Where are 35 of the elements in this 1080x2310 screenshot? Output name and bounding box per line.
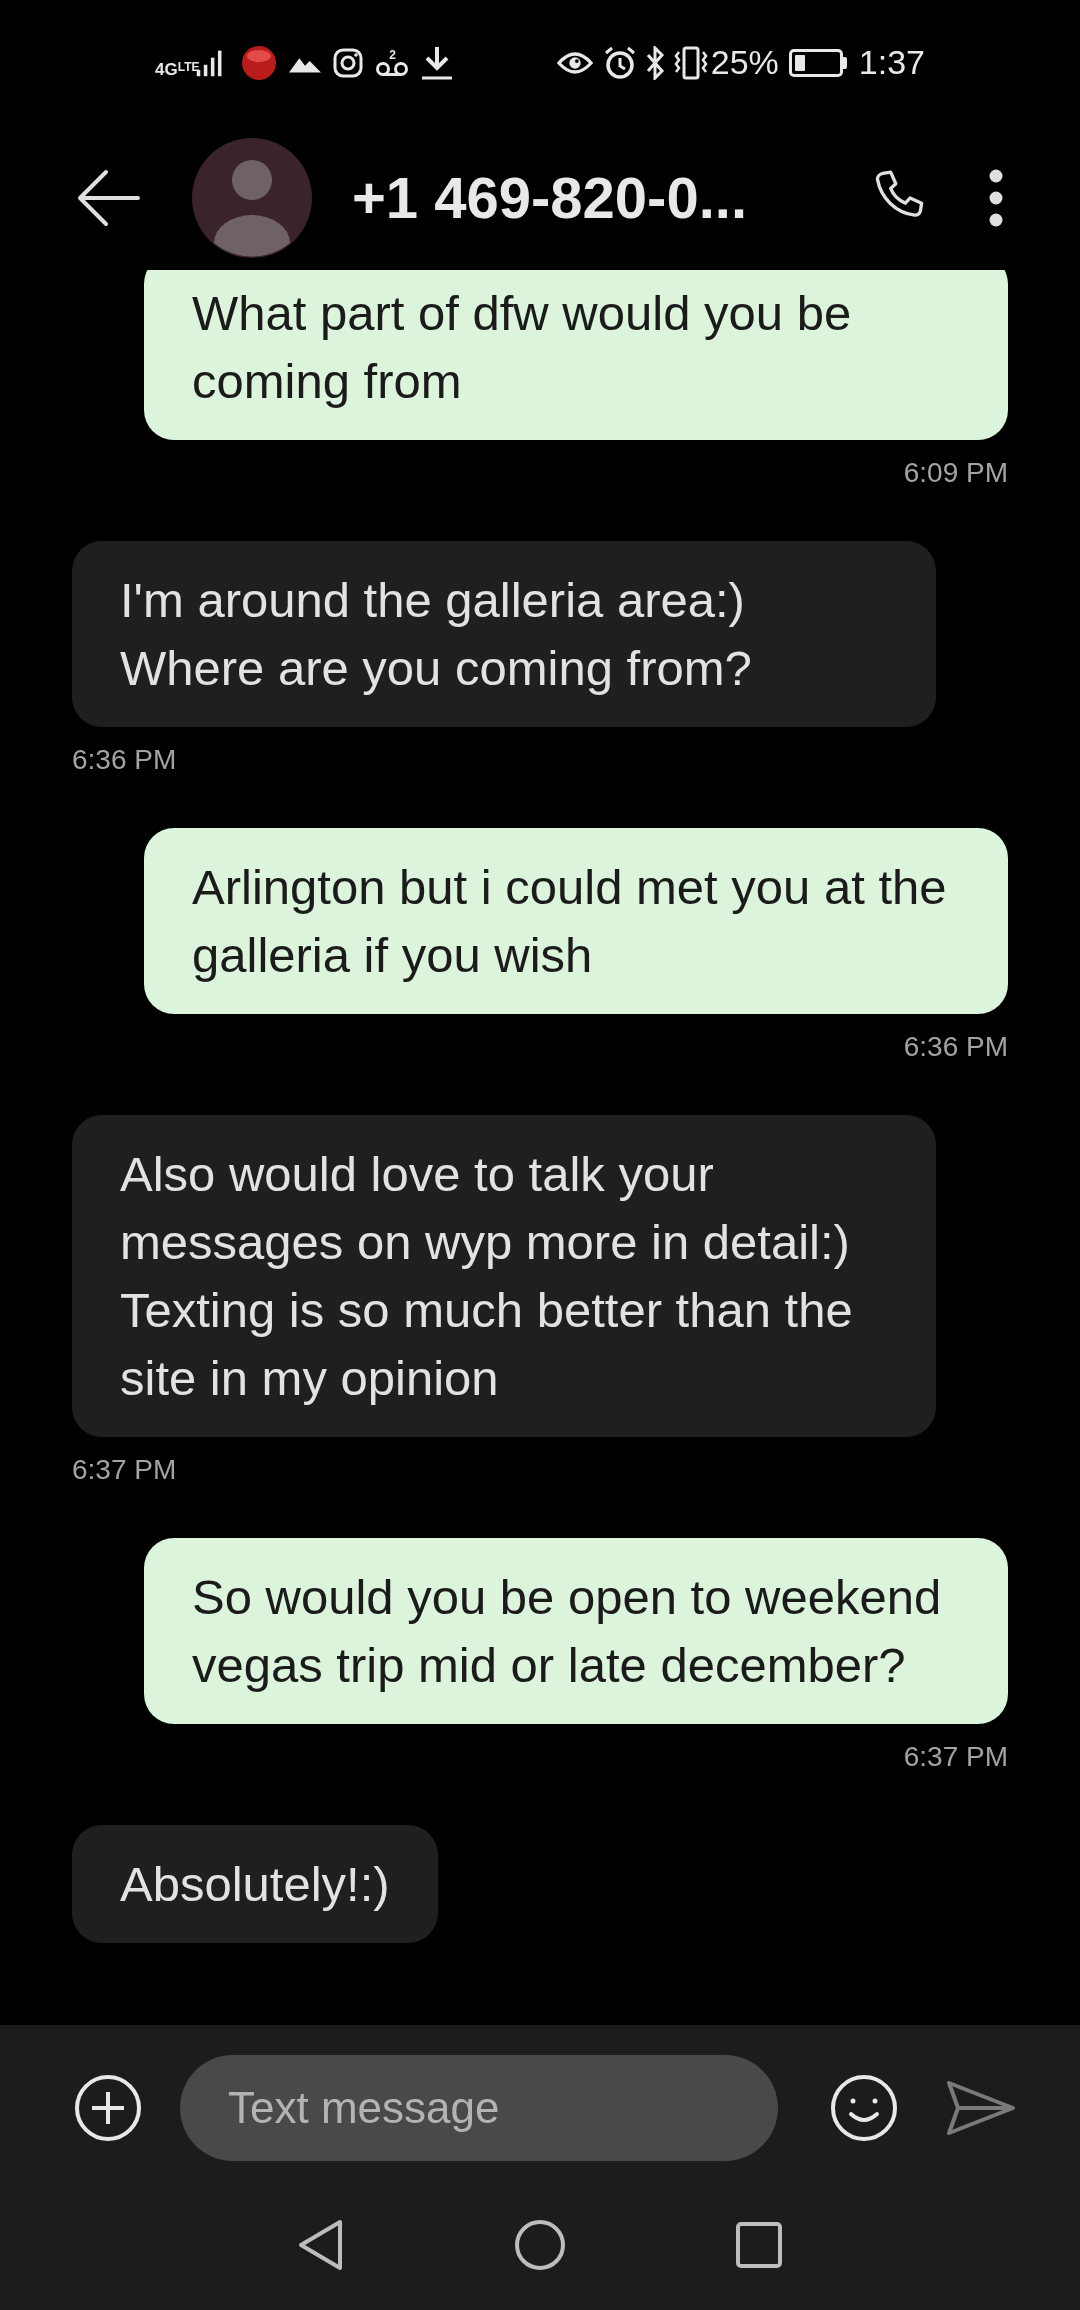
eye-icon [556, 49, 593, 76]
download-icon [421, 45, 454, 80]
network-type: 4G [155, 60, 178, 78]
camera-icon [333, 47, 364, 78]
message-time: 6:36 PM [72, 743, 177, 777]
received-message-bubble[interactable]: I'm around the galleria area:) Where are you coming from? [72, 541, 936, 727]
message-time: 6:09 PM [903, 456, 1008, 490]
vibrate-icon [672, 45, 709, 80]
contact-title: +1 469-820-0... [352, 164, 747, 232]
add-icon[interactable] [74, 2073, 142, 2142]
message-time: 6:37 PM [903, 1740, 1008, 1774]
avatar-icon [192, 137, 312, 258]
battery-icon [788, 48, 843, 77]
received-message-bubble[interactable]: Also would love to talk your messages on wyp more in detail:) Texting is so much better than the site in my opinion [72, 1115, 936, 1437]
voicemail-count: 2 [389, 48, 396, 61]
send-icon[interactable] [946, 2079, 1016, 2136]
message-input-field[interactable]: Text message [180, 2054, 778, 2161]
emoji-icon[interactable] [830, 2073, 898, 2142]
sent-message-bubble[interactable]: What part of dfw would you be coming from [144, 270, 1008, 440]
clock-time: 1:37 [858, 42, 925, 83]
voicemail-icon [375, 60, 410, 77]
message-time: 6:36 PM [903, 1030, 1008, 1064]
received-message-bubble[interactable]: Absolutely!:) [72, 1825, 438, 1943]
network-sub: LTE [177, 60, 200, 73]
sent-message-bubble[interactable]: So would you be open to weekend vegas trip mid or late december? [144, 1538, 1008, 1724]
sent-message-bubble[interactable]: Arlington but i could met you at the galleria if you wish [144, 828, 1008, 1014]
alarm-icon [602, 45, 637, 80]
home-nav-icon[interactable] [514, 2219, 566, 2271]
recents-nav-icon[interactable] [736, 2222, 782, 2268]
bluetooth-icon [644, 45, 665, 80]
battery-percent: 25% [710, 42, 779, 83]
message-time: 6:37 PM [72, 1453, 177, 1487]
app-ball-icon [241, 44, 278, 81]
more-icon[interactable] [988, 167, 1004, 228]
back-nav-icon[interactable] [298, 2219, 344, 2271]
